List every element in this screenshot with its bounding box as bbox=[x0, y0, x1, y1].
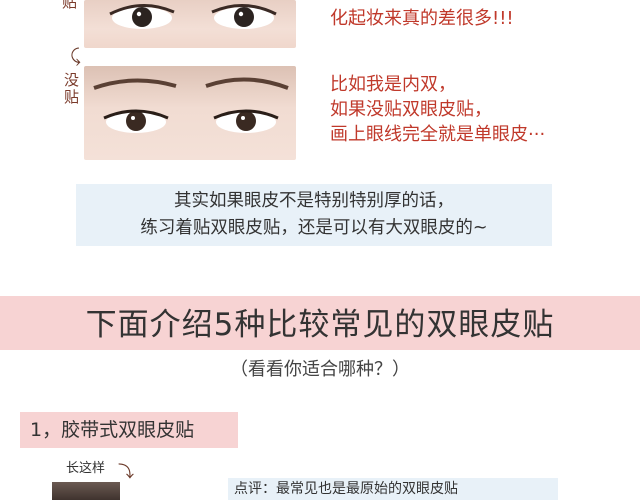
eyes-photo-without-tape bbox=[84, 66, 296, 160]
tip-line-2: 练习着贴双眼皮贴，还是可以有大双眼皮的~ bbox=[140, 218, 488, 238]
banner-subtitle: （看看你适合哪种？） bbox=[230, 359, 410, 380]
middle-photo-label: 没贴 bbox=[62, 72, 80, 106]
middle-caption-line-2: 如果没贴双眼皮贴， bbox=[330, 99, 492, 120]
curved-arrow-icon: ⤹ bbox=[70, 46, 81, 67]
middle-caption-line-3: 画上眼线完全就是单眼皮··· bbox=[330, 124, 546, 145]
curved-arrow-icon: ⤵ bbox=[118, 462, 135, 481]
tip-box: 其实如果眼皮不是特别特别厚的话， 练习着贴双眼皮贴，还是可以有大双眼皮的~ bbox=[76, 184, 552, 246]
looks-like-label: 长这样 bbox=[66, 461, 106, 476]
review-box: 点评：最常见也是最原始的双眼皮贴 bbox=[228, 478, 558, 500]
tip-line-1: 其实如果眼皮不是特别特别厚的话， bbox=[174, 191, 454, 211]
tape-product-photo bbox=[52, 482, 120, 500]
eyes-illustration bbox=[93, 77, 289, 133]
middle-caption-line-1: 比如我是内双， bbox=[330, 74, 456, 95]
eyes-illustration bbox=[109, 3, 277, 29]
banner-title: 下面介绍5种比较常见的双眼皮贴 bbox=[85, 307, 555, 343]
eyes-photo-with-tape bbox=[84, 0, 296, 48]
section-1-heading: 1，胶带式双眼皮贴 bbox=[20, 412, 238, 448]
top-caption: 化起妆来真的差很多!!! bbox=[330, 8, 514, 29]
top-photo-label: 贴 bbox=[60, 0, 78, 11]
